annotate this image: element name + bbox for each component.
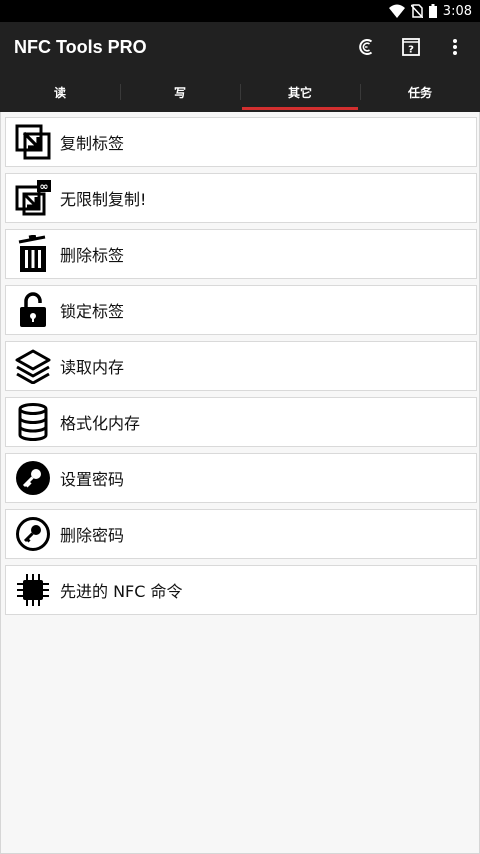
app-title: NFC Tools PRO — [14, 36, 147, 57]
menu-item-label: 先进的 NFC 命令 — [60, 582, 183, 601]
menu-item-unlimited-copy[interactable]: ∞ 无限制复制! — [5, 173, 477, 223]
svg-text:?: ? — [408, 45, 414, 56]
chip-icon — [10, 567, 56, 613]
menu-item-label: 格式化内存 — [60, 414, 141, 433]
menu-item-lock-tag[interactable]: 锁定标签 — [5, 285, 477, 335]
more-vert-icon[interactable] — [440, 32, 470, 62]
trash-icon — [10, 231, 56, 277]
tab-bar: 读 写 其它 任务 — [0, 72, 480, 112]
app-bar: NFC Tools PRO ? — [0, 22, 480, 72]
tab-other[interactable]: 其它 — [240, 72, 360, 112]
key-icon — [10, 455, 56, 501]
menu-item-label: 删除密码 — [60, 526, 125, 545]
battery-icon — [428, 4, 437, 18]
nfc-c-icon[interactable] — [352, 32, 382, 62]
menu-item-copy-tag[interactable]: 复制标签 — [5, 117, 477, 167]
menu-list: 复制标签 ∞ 无限制复制! 删除标签 锁定标签 读取内存 格式化内存 设置密码 … — [5, 117, 477, 621]
key-remove-icon — [10, 511, 56, 557]
menu-item-delete-tag[interactable]: 删除标签 — [5, 229, 477, 279]
menu-item-label: 无限制复制! — [60, 190, 147, 209]
svg-text:∞: ∞ — [39, 180, 48, 193]
help-icon[interactable]: ? — [396, 32, 426, 62]
content-area: 复制标签 ∞ 无限制复制! 删除标签 锁定标签 读取内存 格式化内存 设置密码 … — [0, 112, 480, 854]
lock-icon — [10, 287, 56, 333]
menu-item-advanced-nfc-commands[interactable]: 先进的 NFC 命令 — [5, 565, 477, 615]
menu-item-remove-password[interactable]: 删除密码 — [5, 509, 477, 559]
tab-write[interactable]: 写 — [120, 72, 240, 112]
menu-item-label: 锁定标签 — [60, 302, 125, 321]
unlimited-copy-icon: ∞ — [10, 175, 56, 221]
status-bar: 3:08 — [0, 0, 480, 22]
menu-item-label: 读取内存 — [60, 358, 125, 377]
tab-read[interactable]: 读 — [0, 72, 120, 112]
wifi-icon — [388, 4, 405, 18]
menu-item-format-memory[interactable]: 格式化内存 — [5, 397, 477, 447]
menu-item-label: 设置密码 — [60, 470, 125, 489]
menu-item-label: 复制标签 — [60, 134, 125, 153]
menu-item-label: 删除标签 — [60, 246, 125, 265]
status-time: 3:08 — [442, 3, 472, 19]
no-sim-icon — [410, 4, 423, 18]
database-icon — [10, 399, 56, 445]
menu-item-set-password[interactable]: 设置密码 — [5, 453, 477, 503]
copy-tag-icon — [10, 119, 56, 165]
tab-tasks[interactable]: 任务 — [360, 72, 480, 112]
layers-icon — [10, 343, 56, 389]
menu-item-read-memory[interactable]: 读取内存 — [5, 341, 477, 391]
